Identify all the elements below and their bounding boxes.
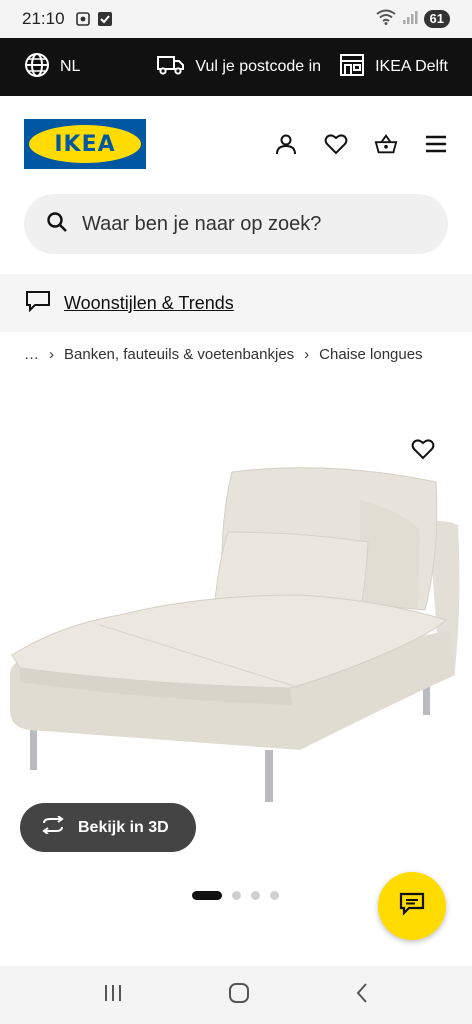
status-time: 21:10 — [22, 9, 65, 28]
product-image[interactable] — [0, 420, 472, 820]
view-in-3d-button[interactable]: Bekijk in 3D — [20, 803, 196, 852]
ikea-logo[interactable]: IKEA — [24, 119, 146, 169]
delivery-truck-icon — [157, 54, 185, 81]
account-icon[interactable] — [274, 132, 298, 156]
search-input[interactable] — [82, 212, 402, 236]
styles-trends-banner: Woonstijlen & Trends — [0, 274, 472, 332]
breadcrumb-item-banken[interactable]: Banken, fauteuils & voetenbankjes — [64, 346, 294, 363]
top-utility-bar: NL Vul je postcode in IKEA Delft — [0, 38, 472, 96]
home-icon[interactable] — [228, 982, 250, 1009]
product-favorite-heart-icon[interactable] — [411, 438, 435, 462]
carousel-dot-3[interactable] — [251, 891, 260, 900]
carousel-indicator — [192, 891, 279, 900]
search-bar[interactable] — [24, 194, 448, 254]
chevron-right-icon: › — [304, 346, 310, 363]
menu-hamburger-icon[interactable] — [424, 132, 448, 156]
view-in-3d-label: Bekijk in 3D — [78, 818, 169, 836]
site-header: IKEA — [0, 96, 472, 192]
language-label: NL — [60, 58, 81, 75]
status-bar: 21:10 61 — [0, 0, 472, 38]
chat-icon — [399, 892, 425, 921]
language-selector[interactable]: NL — [24, 52, 80, 83]
system-navigation-bar — [0, 966, 472, 1024]
logo-text: IKEA — [54, 131, 116, 157]
chat-bubble-icon — [24, 289, 52, 318]
postcode-label: Vul je postcode in — [195, 58, 322, 75]
breadcrumb-item-chaise-longues[interactable]: Chaise longues — [319, 346, 422, 363]
chevron-right-icon: › — [49, 346, 54, 363]
store-label: IKEA Delft — [375, 58, 448, 75]
recent-apps-icon[interactable] — [102, 983, 124, 1008]
rotate-3d-icon — [40, 815, 66, 839]
breadcrumb-ellipsis[interactable]: … — [24, 346, 39, 363]
chat-support-button[interactable] — [378, 872, 446, 940]
check-notification-icon — [97, 11, 113, 27]
carousel-dot-4[interactable] — [270, 891, 279, 900]
screenshot-icon — [75, 11, 91, 27]
breadcrumb: … › Banken, fauteuils & voetenbankjes › … — [24, 346, 464, 363]
store-selector[interactable]: IKEA Delft — [339, 53, 448, 82]
carousel-dot-2[interactable] — [232, 891, 241, 900]
styles-trends-link[interactable]: Woonstijlen & Trends — [64, 293, 234, 314]
back-icon[interactable] — [354, 982, 370, 1009]
search-icon — [46, 211, 68, 238]
globe-icon — [24, 52, 50, 83]
wifi-icon — [375, 9, 396, 30]
signal-icon — [402, 9, 418, 30]
shopping-basket-icon[interactable] — [374, 132, 398, 156]
store-icon — [339, 53, 365, 82]
postcode-button[interactable]: Vul je postcode in — [157, 54, 321, 81]
battery-indicator: 61 — [423, 10, 450, 28]
favorites-heart-icon[interactable] — [324, 132, 348, 156]
carousel-dot-1[interactable] — [192, 891, 222, 900]
